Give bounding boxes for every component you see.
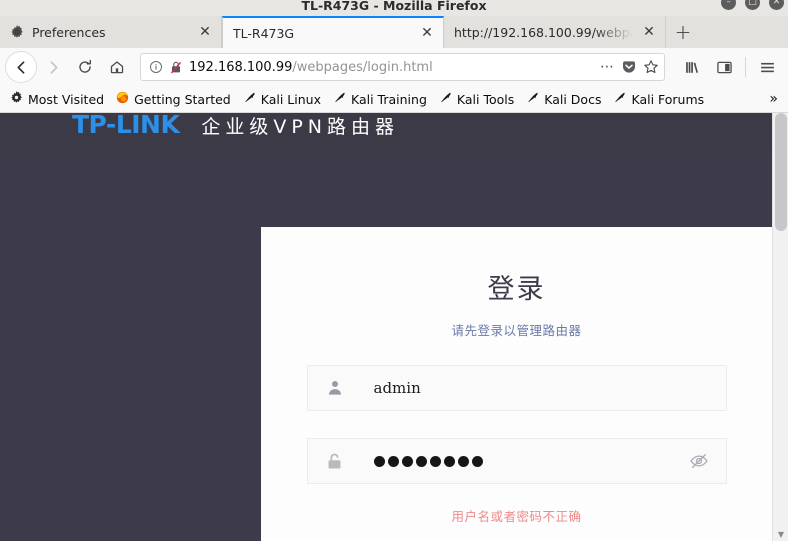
window-title: TL-R473G - Mozilla Firefox xyxy=(301,0,487,13)
identity-box[interactable] xyxy=(149,60,183,75)
tab-login-url[interactable]: http://192.168.100.99/webpages/login.htm… xyxy=(444,16,666,48)
reload-icon xyxy=(79,59,91,73)
bookmark-kali-tools[interactable]: Kali Tools xyxy=(433,89,520,109)
page-scrollbar[interactable]: ▲ ▼ xyxy=(772,113,788,541)
bookmark-label: Kali Forums xyxy=(631,91,705,107)
url-bar[interactable]: 192.168.100.99/webpages/login.html ⋯ xyxy=(140,53,665,81)
page-actions-icon[interactable]: ⋯ xyxy=(600,60,615,74)
login-error-message: 用户名或者密码不正确 xyxy=(451,509,582,524)
new-tab-button[interactable]: + xyxy=(666,16,700,48)
maximize-button[interactable]: □ xyxy=(745,0,760,10)
bookmark-kali-training[interactable]: Kali Training xyxy=(327,89,433,109)
bookmark-label: Most Visited xyxy=(28,91,105,107)
dragon-icon xyxy=(526,91,539,107)
close-button[interactable]: ✕ xyxy=(769,0,784,10)
tab-tl-r473g[interactable]: TL-R473G ✕ xyxy=(222,16,444,48)
sidebar-icon[interactable] xyxy=(709,52,739,82)
url-host: 192.168.100.99 xyxy=(189,59,293,75)
page-viewport: TP-LINK 企业级VPN路由器 登录 请先登录以管理路由器 admin 用户… xyxy=(0,113,788,541)
arrow-left-icon xyxy=(17,60,24,74)
dragon-icon xyxy=(243,91,256,107)
menu-icon[interactable] xyxy=(752,52,782,82)
bookmarks-bar: Most Visited Getting Started Kali Linux xyxy=(0,86,788,113)
tab-label: TL-R473G xyxy=(233,25,295,41)
home-icon xyxy=(110,61,124,74)
scroll-down-arrow[interactable]: ▼ xyxy=(773,527,788,541)
bookmark-kali-forums[interactable]: Kali Forums xyxy=(607,89,710,109)
firefox-icon xyxy=(116,91,129,107)
browser-window: TL-R473G - Mozilla Firefox – □ ✕ Prefere… xyxy=(0,0,788,541)
url-path: /webpages/login.html xyxy=(292,59,433,75)
user-icon xyxy=(324,378,346,398)
login-heading: 登录 xyxy=(487,274,546,305)
home-button[interactable] xyxy=(102,52,132,82)
dragon-icon xyxy=(613,91,626,107)
product-title: 企业级VPN路由器 xyxy=(201,115,400,138)
tab-preferences[interactable]: Preferences ✕ xyxy=(0,16,222,48)
tab-label: http://192.168.100.99/webpages/login.htm… xyxy=(454,24,633,40)
window-controls: – □ ✕ xyxy=(721,0,784,10)
url-text[interactable]: 192.168.100.99/webpages/login.html xyxy=(189,60,594,75)
bookmark-label: Kali Docs xyxy=(544,91,602,107)
bookmark-star-icon[interactable] xyxy=(643,59,659,75)
gear-icon xyxy=(10,25,24,39)
bookmark-kali-linux[interactable]: Kali Linux xyxy=(237,89,327,109)
gear-icon xyxy=(10,91,23,107)
username-value[interactable]: admin xyxy=(374,379,710,397)
password-value[interactable] xyxy=(373,455,660,467)
username-field[interactable]: admin xyxy=(306,365,727,411)
page-scrollbar-thumb[interactable] xyxy=(775,113,787,231)
dragon-icon xyxy=(333,91,346,107)
login-card: 登录 请先登录以管理路由器 admin 用户名或者密码不正确 xyxy=(261,227,772,541)
dragon-icon xyxy=(439,91,452,107)
router-header: TP-LINK 企业级VPN路由器 xyxy=(0,113,772,147)
navigation-toolbar: 192.168.100.99/webpages/login.html ⋯ xyxy=(0,48,788,86)
minimize-button[interactable]: – xyxy=(721,0,736,10)
bookmark-label: Getting Started xyxy=(134,91,231,107)
forward-button xyxy=(38,52,68,82)
lock-icon xyxy=(324,451,346,472)
title-bar: TL-R473G - Mozilla Firefox – □ ✕ xyxy=(0,0,788,16)
toolbar-right-icons xyxy=(673,52,782,82)
info-circle-icon[interactable] xyxy=(149,60,163,74)
bookmark-most-visited[interactable]: Most Visited xyxy=(4,89,110,109)
url-actions: ⋯ xyxy=(600,59,659,75)
tp-link-logo: TP-LINK xyxy=(72,113,180,139)
bookmark-kali-docs[interactable]: Kali Docs xyxy=(520,89,607,109)
arrow-right-icon xyxy=(50,60,57,74)
library-icon[interactable] xyxy=(677,52,707,82)
login-subtitle: 请先登录以管理路由器 xyxy=(451,323,582,338)
tab-close-icon[interactable]: ✕ xyxy=(641,24,657,40)
eye-slash-icon[interactable] xyxy=(688,451,710,471)
back-button[interactable] xyxy=(6,52,36,82)
pocket-icon[interactable] xyxy=(621,59,637,75)
toolbar-divider xyxy=(745,57,746,77)
bookmark-label: Kali Tools xyxy=(456,91,515,107)
reload-button[interactable] xyxy=(70,52,100,82)
bookmark-getting-started[interactable]: Getting Started xyxy=(110,89,237,109)
bookmarks-overflow-icon[interactable]: » xyxy=(769,91,784,107)
tab-label: Preferences xyxy=(32,24,106,40)
tab-close-icon[interactable]: ✕ xyxy=(419,25,435,41)
password-field[interactable] xyxy=(306,438,727,484)
tab-close-icon[interactable]: ✕ xyxy=(197,24,213,40)
bookmark-label: Kali Training xyxy=(351,91,427,107)
tab-strip: Preferences ✕ TL-R473G ✕ http://192.168.… xyxy=(0,16,788,48)
broken-lock-icon[interactable] xyxy=(169,60,183,75)
bookmark-label: Kali Linux xyxy=(260,91,321,107)
